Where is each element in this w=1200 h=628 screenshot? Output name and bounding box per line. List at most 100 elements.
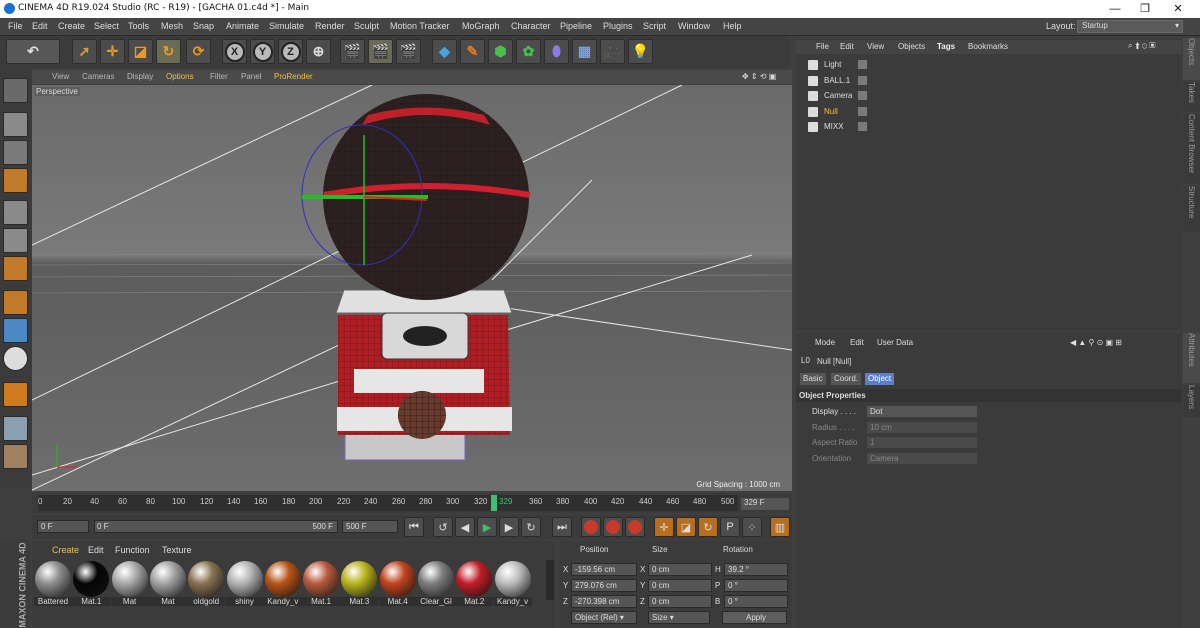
texture-mode-icon[interactable] — [3, 140, 28, 165]
locked-workplane-icon[interactable] — [3, 416, 28, 441]
vp-menu-filter[interactable]: Filter — [210, 72, 228, 81]
size-field[interactable]: 0 cm — [648, 579, 712, 592]
recent-tools-icon[interactable]: ⟳ — [186, 39, 211, 64]
points-mode-icon[interactable] — [3, 200, 28, 225]
rotation-field[interactable]: 39.2 ° — [724, 563, 788, 576]
attr-menu-mode[interactable]: Mode — [815, 338, 835, 347]
x-axis-lock-button[interactable]: X — [222, 39, 247, 64]
camera-icon[interactable]: 🎥 — [600, 39, 625, 64]
size-mode-select[interactable]: Size ▾ — [648, 611, 710, 624]
restore-button[interactable]: ❐ — [1130, 0, 1160, 18]
scale-tool-icon[interactable]: ◪ — [128, 39, 153, 64]
menu-render[interactable]: Render — [315, 21, 345, 31]
mat-menu-edit[interactable]: Edit — [88, 545, 104, 555]
obj-menu-bookmarks[interactable]: Bookmarks — [968, 42, 1008, 51]
attr-property-value[interactable]: 1 — [867, 437, 977, 448]
vp-menu-options[interactable]: Options — [166, 72, 194, 81]
magnet-icon[interactable] — [3, 382, 28, 407]
vp-menu-prorender[interactable]: ProRender — [274, 72, 313, 81]
play-button[interactable]: ▶ — [477, 517, 497, 537]
menu-script[interactable]: Script — [643, 21, 666, 31]
object-name[interactable]: MIXX — [824, 122, 844, 131]
menu-pipeline[interactable]: Pipeline — [560, 21, 592, 31]
live-selection-icon[interactable]: ➚ — [72, 39, 97, 64]
apply-button[interactable]: Apply — [722, 611, 787, 624]
material-thumbnail[interactable] — [226, 561, 263, 597]
menu-simulate[interactable]: Simulate — [269, 21, 304, 31]
menu-snap[interactable]: Snap — [193, 21, 214, 31]
side-tab-structure[interactable]: Structure — [1183, 186, 1200, 232]
material-thumbnail[interactable] — [264, 561, 301, 597]
layout-select[interactable]: Startup ▾ — [1077, 20, 1183, 33]
previous-frame-button[interactable]: ◀ — [455, 517, 475, 537]
obj-menu-file[interactable]: File — [816, 42, 829, 51]
side-tab-attributes[interactable]: Attributes — [1183, 333, 1200, 383]
render-view-icon[interactable]: 🎬 — [340, 39, 365, 64]
minimize-button[interactable]: — — [1100, 0, 1130, 18]
go-to-end-button[interactable]: ⏭ — [552, 517, 572, 537]
side-tab-objects[interactable]: Objects — [1183, 38, 1200, 80]
object-row[interactable]: Camera — [796, 89, 1182, 104]
object-name[interactable]: Camera — [824, 91, 852, 100]
object-row[interactable]: BALL.1 — [796, 74, 1182, 89]
menu-tools[interactable]: Tools — [128, 21, 149, 31]
visibility-toggle[interactable] — [858, 60, 867, 69]
attr-property-value[interactable]: 10 cm — [867, 421, 977, 433]
timeline-window-button[interactable]: ▥ — [770, 517, 790, 537]
go-to-start-button[interactable]: ⏮ — [404, 517, 424, 537]
key-param-button[interactable]: P — [720, 517, 740, 537]
light-icon[interactable]: 💡 — [628, 39, 653, 64]
obj-menu-view[interactable]: View — [867, 42, 884, 51]
visibility-toggle[interactable] — [858, 122, 867, 131]
key-pla-button[interactable]: ⁘ — [742, 517, 762, 537]
menu-animate[interactable]: Animate — [226, 21, 259, 31]
attr-menu-user-data[interactable]: User Data — [877, 338, 913, 347]
spline-pen-icon[interactable]: ✎ — [460, 39, 485, 64]
coordinate-system-icon[interactable]: ⊕ — [306, 39, 331, 64]
key-position-button[interactable]: ✛ — [654, 517, 674, 537]
attr-tab-coord[interactable]: Coord. — [831, 373, 862, 385]
y-axis-lock-button[interactable]: Y — [250, 39, 275, 64]
attr-property-value[interactable]: Camera — [867, 452, 977, 464]
viewport-nav-icons[interactable]: ✥ ⇕ ⟲ ▣ — [742, 72, 776, 81]
key-rotation-button[interactable]: ↻ — [698, 517, 718, 537]
rotation-field[interactable]: 0 ° — [724, 579, 788, 592]
frame-range-slider[interactable]: 0 F 500 F — [94, 520, 338, 533]
side-tab-content-browser[interactable]: Content Browser — [1183, 114, 1200, 184]
key-scale-button[interactable]: ◪ — [676, 517, 696, 537]
obj-menu-tags[interactable]: Tags — [937, 42, 955, 51]
planar-workplane-icon[interactable] — [3, 444, 28, 469]
tweak-mode-icon[interactable] — [3, 318, 28, 343]
obj-menu-edit[interactable]: Edit — [840, 42, 854, 51]
size-field[interactable]: 0 cm — [648, 563, 712, 576]
rotation-field[interactable]: 0 ° — [724, 595, 788, 608]
menu-mograph[interactable]: MoGraph — [462, 21, 500, 31]
menu-create[interactable]: Create — [58, 21, 85, 31]
visibility-toggle[interactable] — [858, 91, 867, 100]
render-picture-viewer-icon[interactable]: 🎬 — [368, 39, 393, 64]
attr-menu-edit[interactable]: Edit — [850, 338, 864, 347]
object-row[interactable]: Null — [796, 105, 1182, 120]
material-thumbnail[interactable] — [418, 561, 454, 597]
timeline-ruler[interactable]: 0 20 40 60 80 100 120 140 160 180 200 22… — [38, 495, 738, 511]
record-active-button[interactable] — [581, 517, 601, 537]
mat-menu-texture[interactable]: Texture — [162, 545, 192, 555]
obj-manager-search-icon[interactable]: ⌕ ⬆ ⊙ ▣ — [1128, 41, 1155, 51]
close-button[interactable]: ✕ — [1163, 0, 1193, 18]
side-tab-layers[interactable]: Layers — [1183, 385, 1200, 417]
position-field[interactable]: -159.56 cm — [571, 563, 637, 576]
material-thumbnail[interactable] — [494, 561, 531, 597]
keyframe-selection-button[interactable] — [625, 517, 645, 537]
menu-mesh[interactable]: Mesh — [161, 21, 183, 31]
autokey-button[interactable] — [603, 517, 623, 537]
material-thumbnail[interactable] — [379, 561, 416, 597]
attr-tab-basic[interactable]: Basic — [800, 373, 826, 385]
menu-motion-tracker[interactable]: Motion Tracker — [390, 21, 450, 31]
visibility-toggle[interactable] — [858, 106, 867, 116]
playhead[interactable] — [491, 495, 497, 511]
start-frame-field[interactable]: 0 F — [37, 520, 89, 533]
menu-sculpt[interactable]: Sculpt — [354, 21, 379, 31]
material-thumbnail[interactable] — [111, 561, 148, 597]
workplane-icon[interactable] — [3, 168, 28, 193]
end-frame-field[interactable]: 500 F — [342, 520, 398, 533]
